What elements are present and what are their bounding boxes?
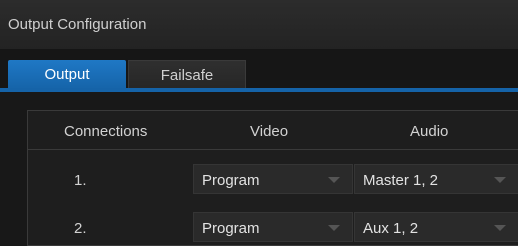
window-title: Output Configuration	[8, 16, 147, 33]
chevron-down-icon	[328, 177, 340, 183]
content-area: Connections Video Audio 1. Program Maste…	[0, 92, 518, 246]
header-audio: Audio	[410, 123, 449, 140]
tab-output[interactable]: Output	[8, 60, 126, 90]
row-2-number: 2.	[74, 220, 87, 237]
header-divider	[28, 149, 518, 150]
row-2-audio-dropdown[interactable]: Aux 1, 2	[354, 212, 518, 242]
tab-bar: Output Failsafe	[0, 50, 518, 92]
header-connections: Connections	[64, 123, 148, 140]
row-1-video-dropdown[interactable]: Program	[193, 164, 353, 194]
row-2-video-value: Program	[202, 220, 260, 237]
header-video: Video	[250, 123, 289, 140]
chevron-down-icon	[494, 177, 506, 183]
row-1-audio-dropdown[interactable]: Master 1, 2	[354, 164, 518, 194]
chevron-down-icon	[494, 225, 506, 231]
row-2-video-dropdown[interactable]: Program	[193, 212, 353, 242]
chevron-down-icon	[328, 225, 340, 231]
tab-failsafe[interactable]: Failsafe	[128, 60, 246, 90]
connections-table: Connections Video Audio 1. Program Maste…	[27, 110, 518, 246]
row-1-number: 1.	[74, 172, 87, 189]
row-1-audio-value: Master 1, 2	[363, 172, 439, 189]
row-2-audio-value: Aux 1, 2	[363, 220, 419, 237]
title-bar: Output Configuration	[0, 0, 518, 50]
row-1-video-value: Program	[202, 172, 260, 189]
